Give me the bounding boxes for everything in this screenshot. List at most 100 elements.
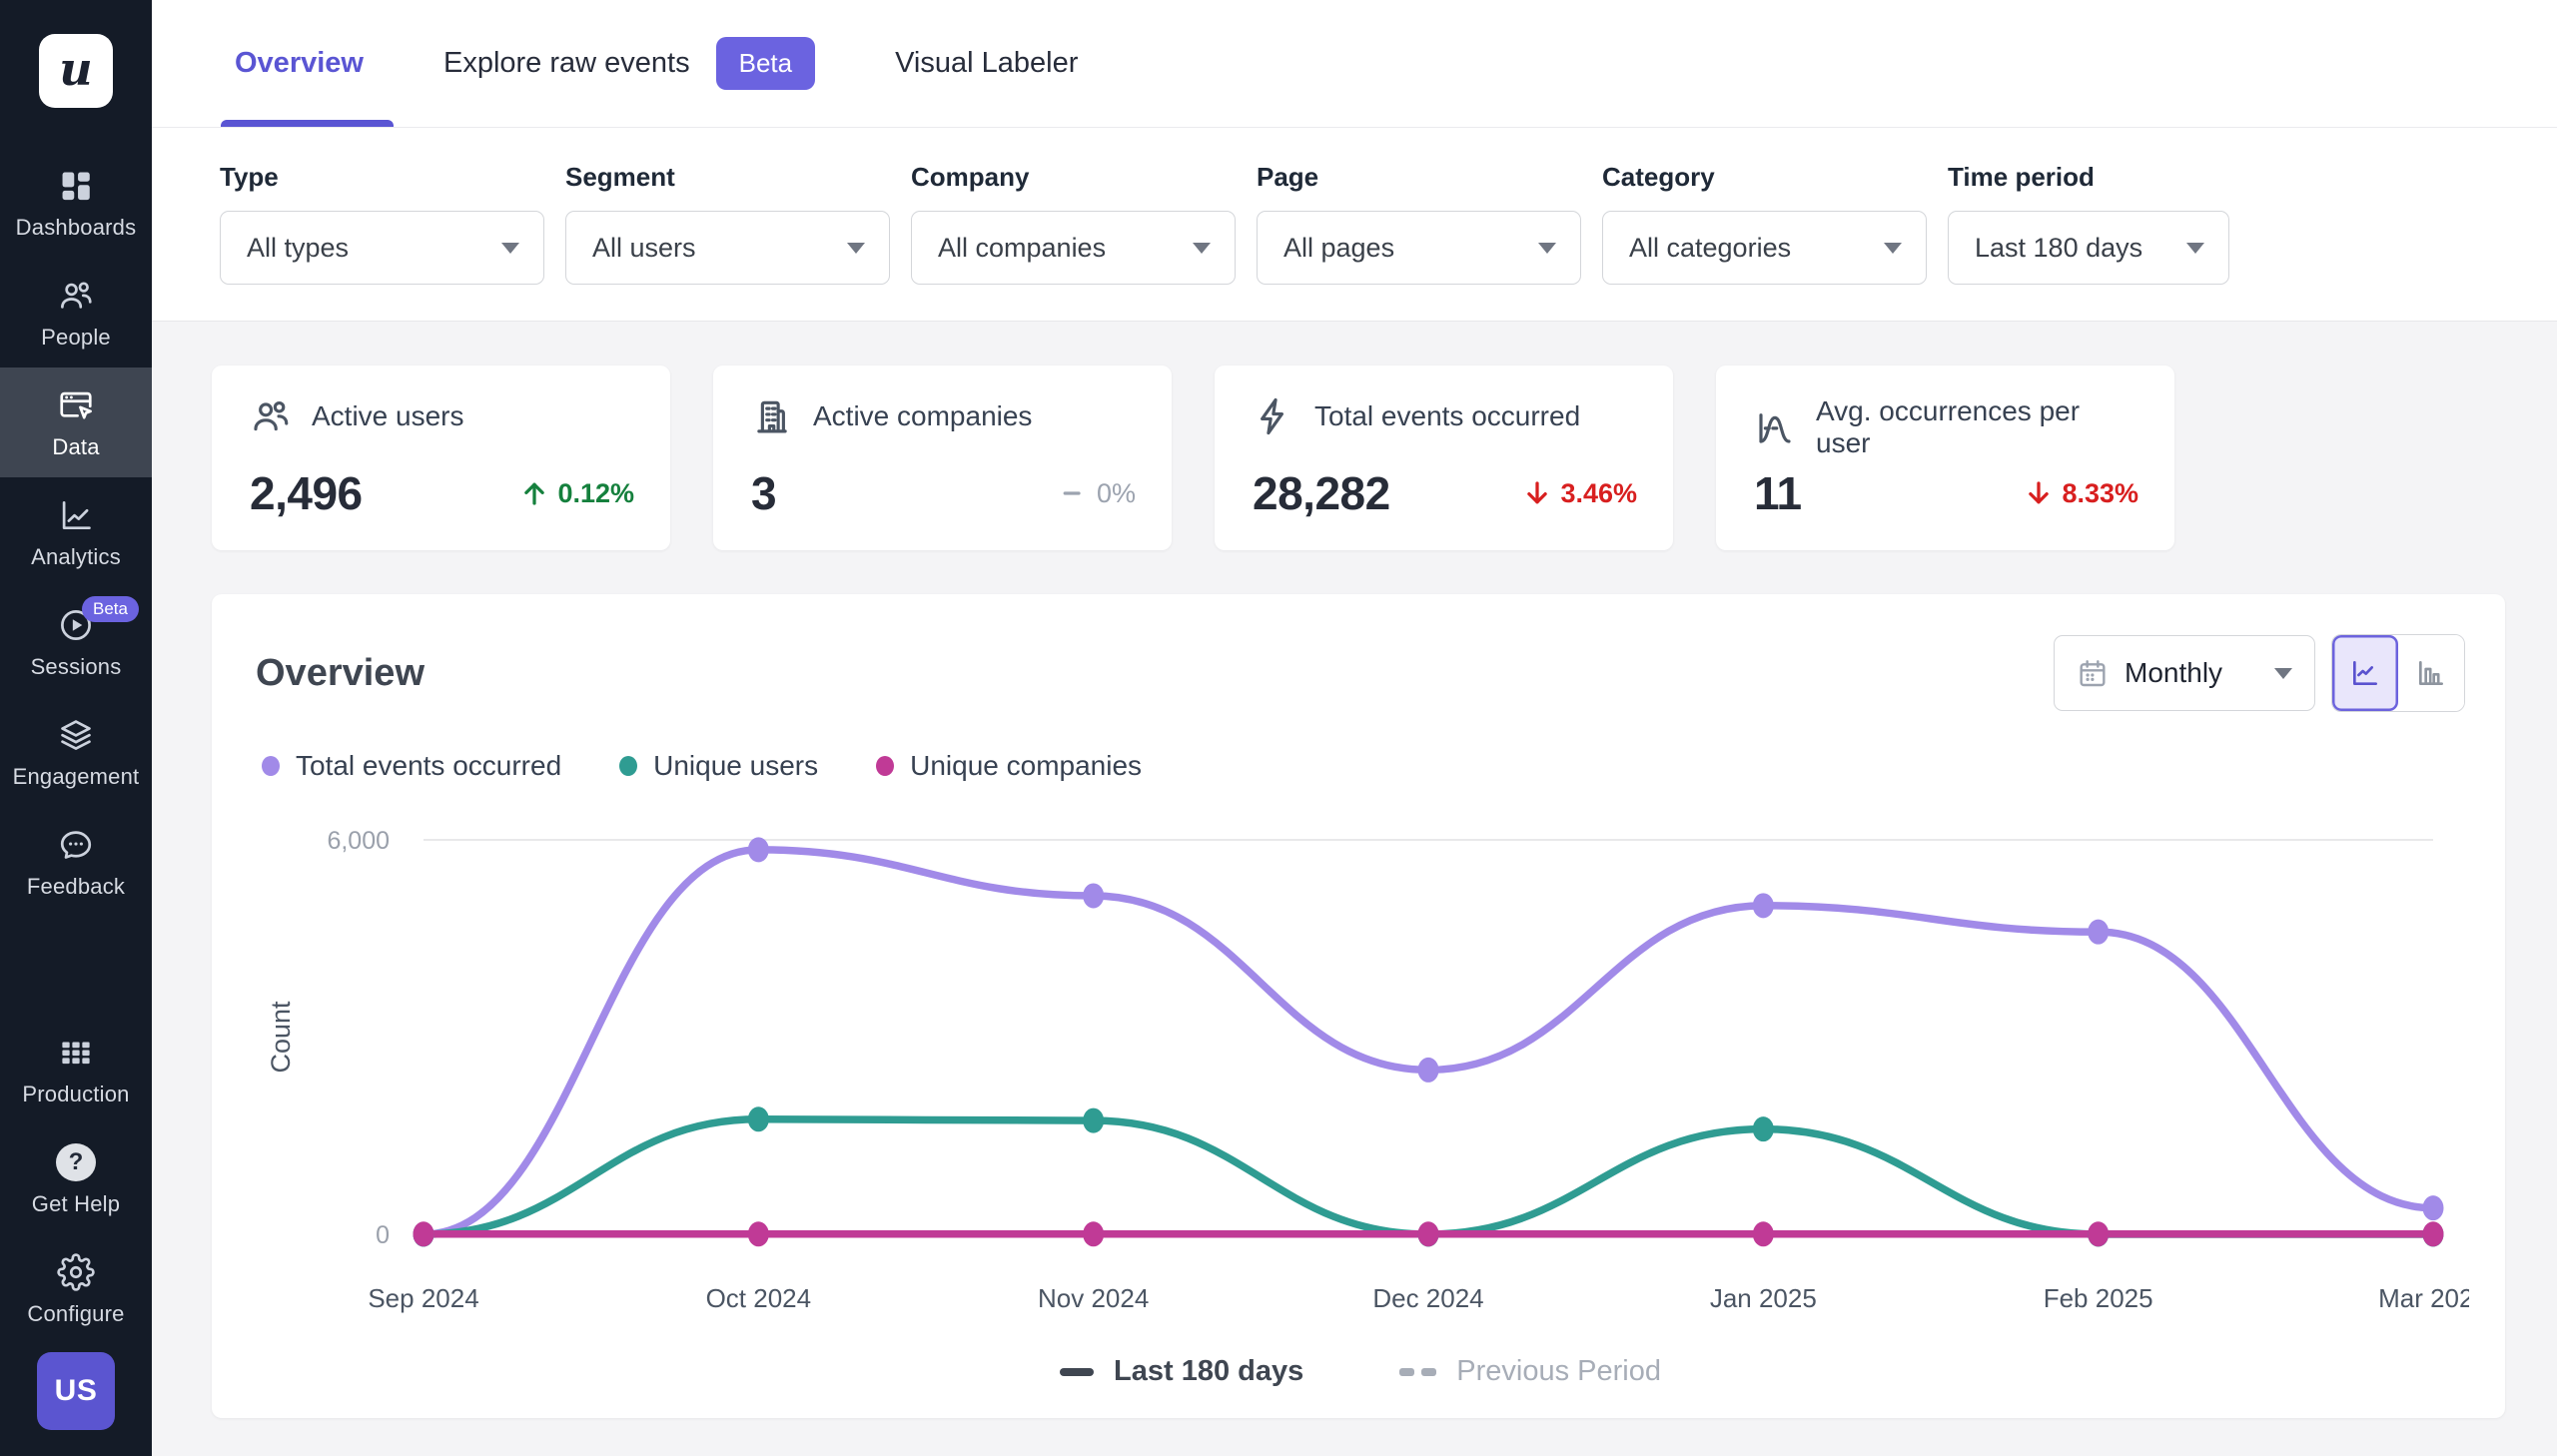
sidebar-item-get-help[interactable]: ? Get Help [0,1124,152,1234]
user-avatar[interactable]: US [37,1352,115,1430]
dash-icon [1063,491,1081,495]
legend-label: Unique companies [910,750,1143,781]
tab-visual-labeler[interactable]: Visual Labeler [895,0,1078,127]
filter-bar: Type All types Segment All users Company… [152,128,2557,322]
logo-letter: u [59,42,93,96]
legend-current-period[interactable]: Last 180 days [1060,1355,1303,1388]
stat-value: 11 [1754,467,1802,519]
svg-text:Jan 2025: Jan 2025 [1710,1283,1817,1313]
userpilot-logo[interactable]: u [39,34,113,108]
sidebar-item-label: Configure [27,1300,125,1326]
sidebar: u Dashboards People Data Analytics Beta … [0,0,152,1456]
sidebar-nav: Dashboards People Data Analytics Beta Se… [0,148,152,917]
bar-chart-toggle[interactable] [2398,635,2464,711]
chevron-down-icon [2186,242,2204,254]
legend-dot-magenta [876,756,895,776]
legend-label: Previous Period [1456,1355,1661,1387]
calendar-icon [2080,660,2106,687]
granularity-select[interactable]: Monthly [2054,635,2315,711]
filter-label: Category [1602,162,1715,192]
line-chart-toggle[interactable] [2332,635,2398,711]
tab-label: Overview [235,47,364,79]
svg-text:Sep 2024: Sep 2024 [368,1283,478,1313]
filter-label: Page [1257,162,1319,192]
sidebar-item-label: Sessions [30,653,122,679]
filter-company: Company All companies [911,162,1236,285]
stat-value: 3 [751,467,777,519]
sidebar-item-data[interactable]: Data [0,367,152,477]
type-select[interactable]: All types [220,211,544,285]
page-select[interactable]: All pages [1257,211,1581,285]
stat-change-down: 8.33% [2024,478,2138,509]
sidebar-item-configure[interactable]: Configure [0,1234,152,1344]
filter-time-period: Time period Last 180 days [1948,162,2229,285]
chart-plot-area[interactable]: 0 6,000 Count Sep 2024 Oct 2024 Nov 2024 Dec 2… [256,790,2469,1337]
stat-card-avg-occurrences: Avg. occurrences per user 11 8.33% [1716,365,2174,550]
stat-card-active-users: Active users 2,496 0.12% [212,365,670,550]
stat-card-total-events: Total events occurred 28,282 3.46% [1215,365,1673,550]
legend-label: Unique users [653,750,819,781]
segment-select[interactable]: All users [565,211,890,285]
sidebar-item-sessions[interactable]: Beta Sessions [0,587,152,697]
company-select[interactable]: All companies [911,211,1236,285]
tab-label: Explore raw events [442,47,690,79]
legend-dot-purple [262,756,280,776]
sidebar-item-dashboards[interactable]: Dashboards [0,148,152,258]
chart-type-toggle [2331,634,2465,712]
sidebar-item-label: Feedback [26,873,126,899]
tab-label: Visual Labeler [895,47,1079,79]
svg-text:0: 0 [376,1221,390,1249]
sidebar-item-feedback[interactable]: Feedback [0,807,152,917]
sidebar-item-label: People [41,324,111,350]
sidebar-item-label: Data [52,433,100,459]
arrow-down-icon [1527,481,1548,504]
dashed-line-swatch [1399,1367,1437,1376]
legend-label: Total events occurred [296,750,562,781]
users-icon [254,400,289,431]
tab-explore-raw-events[interactable]: Explore raw events Beta [442,0,816,127]
sidebar-item-label: Production [22,1081,130,1106]
select-value: All types [247,232,350,263]
stat-title: Avg. occurrences per user [1816,395,2081,458]
sidebar-item-production[interactable]: Production [0,1015,152,1124]
svg-text:Feb 2025: Feb 2025 [2044,1283,2153,1313]
select-value: All categories [1629,232,1792,263]
select-value: Last 180 days [1975,232,2143,263]
legend-total-events[interactable]: Total events occurred [262,750,561,782]
sidebar-item-label: Dashboards [15,214,137,240]
production-grid-icon [56,1033,96,1073]
chevron-down-icon [2274,667,2292,679]
sessions-play-icon: Beta [56,595,139,645]
gear-icon [56,1252,96,1292]
chart-title: Overview [256,651,425,694]
main-content: Overview Explore raw events Beta Visual … [152,0,2557,1456]
sidebar-item-analytics[interactable]: Analytics [0,477,152,587]
bar-chart-icon [2419,661,2443,685]
line-chart[interactable]: 0 6,000 Count Sep 2024 Oct 2024 Nov 2024 Dec 2… [256,790,2469,1337]
stat-title: Active users [312,400,464,431]
sidebar-item-label: Analytics [31,543,121,569]
analytics-icon [56,495,96,535]
sidebar-item-engagement[interactable]: Engagement [0,697,152,807]
bell-curve-icon [1759,413,1791,443]
chevron-down-icon [1538,242,1556,254]
svg-text:Nov 2024: Nov 2024 [1038,1283,1149,1313]
time-period-select[interactable]: Last 180 days [1948,211,2229,285]
filter-label: Company [911,162,1030,192]
category-select[interactable]: All categories [1602,211,1927,285]
stats-row: Active users 2,496 0.12% Active companie… [212,365,2505,550]
legend-unique-companies[interactable]: Unique companies [876,750,1142,782]
dashboards-icon [56,166,96,206]
arrow-up-icon [524,482,545,505]
stat-title: Active companies [813,400,1033,431]
legend-previous-period[interactable]: Previous Period [1399,1355,1661,1388]
filter-page: Page All pages [1257,162,1581,285]
help-icon: ? [56,1142,96,1182]
chart-legend: Total events occurred Unique users Uniqu… [256,750,2465,782]
legend-unique-users[interactable]: Unique users [619,750,818,782]
svg-text:Dec 2024: Dec 2024 [1372,1283,1483,1313]
chevron-down-icon [1193,242,1211,254]
chart-controls: Monthly [2054,634,2465,712]
sidebar-item-people[interactable]: People [0,258,152,367]
tab-overview[interactable]: Overview [221,0,394,127]
